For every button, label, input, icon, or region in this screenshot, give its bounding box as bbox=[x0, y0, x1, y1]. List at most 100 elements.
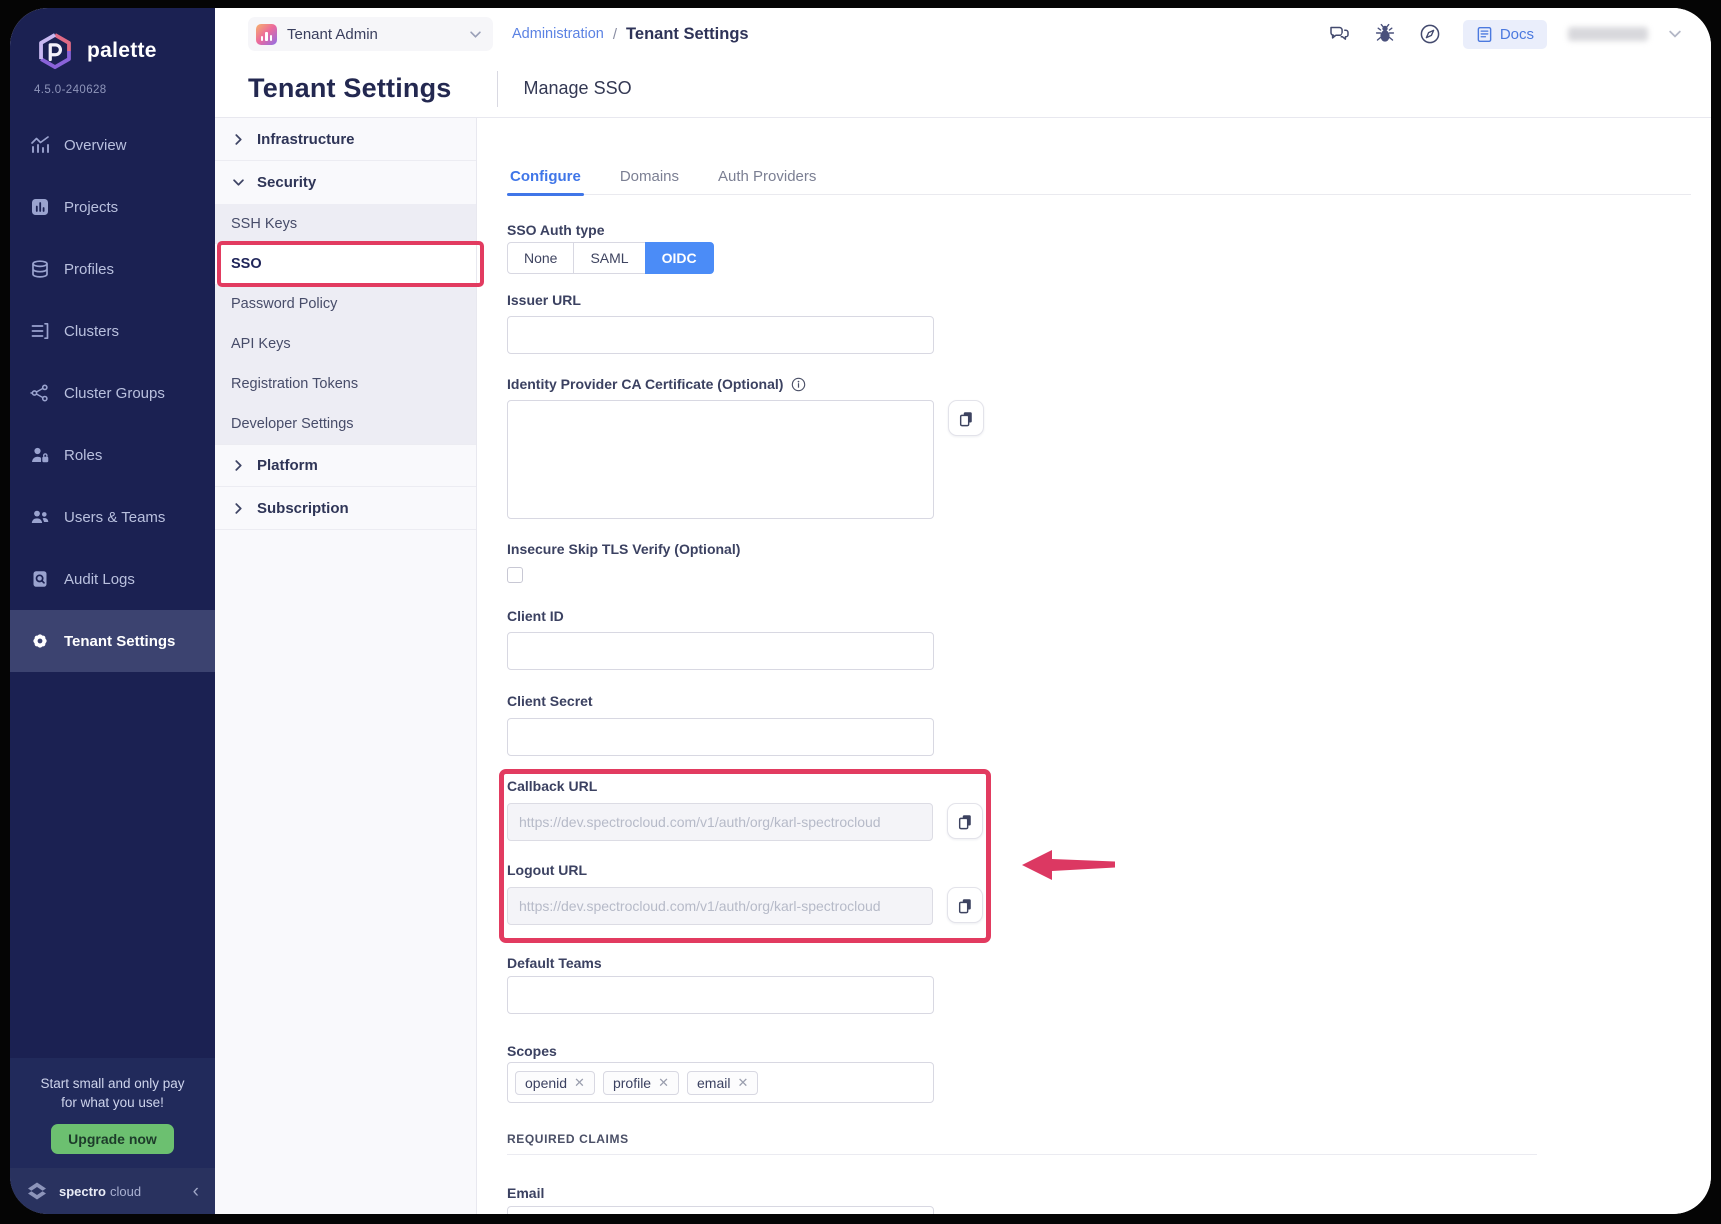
nav-section-infrastructure[interactable]: Infrastructure bbox=[215, 118, 476, 161]
page-title: Tenant Settings bbox=[248, 73, 452, 104]
skip-tls-checkbox[interactable] bbox=[507, 567, 523, 583]
user-menu-redacted[interactable] bbox=[1568, 27, 1648, 41]
copy-callback-url-button[interactable] bbox=[947, 803, 983, 839]
app-window: palette 4.5.0-240628 Overview Projects P… bbox=[10, 8, 1711, 1214]
nav-item-sso[interactable]: SSO bbox=[215, 244, 476, 284]
email-claim-input[interactable] bbox=[507, 1206, 934, 1214]
info-icon[interactable] bbox=[791, 377, 806, 392]
scope-tag-openid: openid✕ bbox=[515, 1071, 595, 1095]
top-bar: Tenant Admin Administration / Tenant Set… bbox=[215, 8, 1711, 60]
sidebar-item-cluster-groups[interactable]: Cluster Groups bbox=[10, 362, 215, 424]
bug-report-icon[interactable] bbox=[1373, 22, 1397, 46]
sso-configure-panel: Configure Domains Auth Providers SSO Aut… bbox=[477, 118, 1711, 1214]
overview-icon bbox=[30, 135, 50, 155]
callback-urls-highlight-annotation: Callback URL Logout URL bbox=[499, 769, 991, 943]
client-id-label: Client ID bbox=[507, 607, 1691, 625]
gear-icon bbox=[30, 631, 50, 651]
ca-certificate-textarea[interactable] bbox=[507, 400, 934, 519]
scopes-input[interactable]: openid✕ profile✕ email✕ bbox=[507, 1062, 934, 1103]
sidebar-item-profiles[interactable]: Profiles bbox=[10, 238, 215, 300]
sidebar-item-users-teams[interactable]: Users & Teams bbox=[10, 486, 215, 548]
sidebar-footer: spectro cloud ‹ bbox=[10, 1168, 215, 1214]
collapse-sidebar-icon[interactable]: ‹ bbox=[193, 1182, 199, 1201]
callback-url-label: Callback URL bbox=[507, 777, 983, 795]
title-bar: Tenant Settings Manage SSO bbox=[215, 60, 1711, 118]
feedback-chat-icon[interactable] bbox=[1328, 22, 1352, 46]
sidebar-item-clusters[interactable]: Clusters bbox=[10, 300, 215, 362]
profiles-icon bbox=[30, 259, 50, 279]
title-divider bbox=[497, 71, 498, 107]
issuer-url-label: Issuer URL bbox=[507, 291, 1691, 309]
default-teams-label: Default Teams bbox=[507, 954, 1691, 972]
docs-book-icon bbox=[1476, 26, 1493, 43]
scopes-label: Scopes bbox=[507, 1042, 1691, 1060]
client-secret-input[interactable] bbox=[507, 718, 934, 756]
breadcrumb-separator: / bbox=[613, 26, 617, 43]
copy-ca-certificate-button[interactable] bbox=[948, 400, 984, 436]
default-teams-input[interactable] bbox=[507, 976, 934, 1014]
nav-item-password-policy[interactable]: Password Policy bbox=[215, 284, 476, 324]
tab-auth-providers[interactable]: Auth Providers bbox=[715, 168, 819, 194]
copy-icon bbox=[957, 897, 973, 914]
primary-sidebar: palette 4.5.0-240628 Overview Projects P… bbox=[10, 8, 215, 1214]
breadcrumb-parent-link[interactable]: Administration bbox=[512, 26, 604, 42]
copy-icon bbox=[958, 410, 974, 427]
client-id-input[interactable] bbox=[507, 632, 934, 670]
nav-item-registration-tokens[interactable]: Registration Tokens bbox=[215, 364, 476, 404]
logout-url-input[interactable] bbox=[507, 887, 933, 925]
chevron-down-icon bbox=[233, 177, 244, 188]
auth-type-oidc-button[interactable]: OIDC bbox=[645, 242, 714, 274]
docs-button[interactable]: Docs bbox=[1463, 20, 1547, 49]
logout-url-label: Logout URL bbox=[507, 861, 983, 879]
audit-logs-icon bbox=[30, 569, 50, 589]
projects-icon bbox=[30, 197, 50, 217]
scope-tag-email: email✕ bbox=[687, 1071, 758, 1095]
copy-logout-url-button[interactable] bbox=[947, 887, 983, 923]
spectro-cloud-logo-icon bbox=[24, 1178, 50, 1204]
chevron-right-icon bbox=[233, 134, 244, 145]
sidebar-spacer bbox=[10, 672, 215, 1058]
palette-logo-icon bbox=[36, 32, 74, 70]
security-subsection: SSH Keys SSO Password Policy API Keys Re… bbox=[215, 204, 476, 444]
auth-type-none-button[interactable]: None bbox=[507, 242, 574, 274]
ca-certificate-label: Identity Provider CA Certificate (Option… bbox=[507, 375, 1691, 393]
app-version: 4.5.0-240628 bbox=[10, 84, 215, 96]
users-teams-icon bbox=[30, 507, 50, 527]
sso-auth-type-label: SSO Auth type bbox=[507, 221, 1691, 239]
sidebar-item-audit-logs[interactable]: Audit Logs bbox=[10, 548, 215, 610]
chevron-right-icon bbox=[233, 503, 244, 514]
skip-tls-label: Insecure Skip TLS Verify (Optional) bbox=[507, 540, 1691, 558]
issuer-url-input[interactable] bbox=[507, 316, 934, 354]
sidebar-item-roles[interactable]: Roles bbox=[10, 424, 215, 486]
nav-section-platform[interactable]: Platform bbox=[215, 444, 476, 487]
upgrade-now-button[interactable]: Upgrade now bbox=[51, 1124, 174, 1154]
roles-icon bbox=[30, 445, 50, 465]
remove-scope-icon[interactable]: ✕ bbox=[574, 1076, 585, 1089]
cluster-groups-icon bbox=[30, 383, 50, 403]
remove-scope-icon[interactable]: ✕ bbox=[658, 1076, 669, 1089]
auth-type-saml-button[interactable]: SAML bbox=[573, 242, 645, 274]
nav-item-api-keys[interactable]: API Keys bbox=[215, 324, 476, 364]
nav-item-ssh-keys[interactable]: SSH Keys bbox=[215, 204, 476, 244]
sidebar-item-projects[interactable]: Projects bbox=[10, 176, 215, 238]
right-column: Tenant Admin Administration / Tenant Set… bbox=[215, 8, 1711, 1214]
settings-nav-panel: Infrastructure Security SSH Keys SSO Pas… bbox=[215, 118, 477, 1214]
brand-name: palette bbox=[87, 39, 157, 63]
nav-section-security[interactable]: Security bbox=[215, 161, 476, 204]
page-subtitle: Manage SSO bbox=[524, 78, 632, 99]
remove-scope-icon[interactable]: ✕ bbox=[737, 1076, 748, 1089]
required-claims-heading: REQUIRED CLAIMS bbox=[507, 1132, 1691, 1146]
tab-configure[interactable]: Configure bbox=[507, 168, 584, 194]
callback-url-input[interactable] bbox=[507, 803, 933, 841]
nav-item-developer-settings[interactable]: Developer Settings bbox=[215, 404, 476, 444]
scope-selector[interactable]: Tenant Admin bbox=[248, 17, 493, 51]
user-menu-chevron-icon[interactable] bbox=[1669, 30, 1681, 38]
required-claims-divider bbox=[507, 1154, 1537, 1155]
sidebar-item-tenant-settings[interactable]: Tenant Settings bbox=[10, 610, 215, 672]
chevron-down-icon bbox=[470, 31, 481, 38]
tab-domains[interactable]: Domains bbox=[617, 168, 682, 194]
explore-compass-icon[interactable] bbox=[1418, 22, 1442, 46]
scope-tag-profile: profile✕ bbox=[603, 1071, 679, 1095]
sidebar-item-overview[interactable]: Overview bbox=[10, 114, 215, 176]
nav-section-subscription[interactable]: Subscription bbox=[215, 487, 476, 530]
